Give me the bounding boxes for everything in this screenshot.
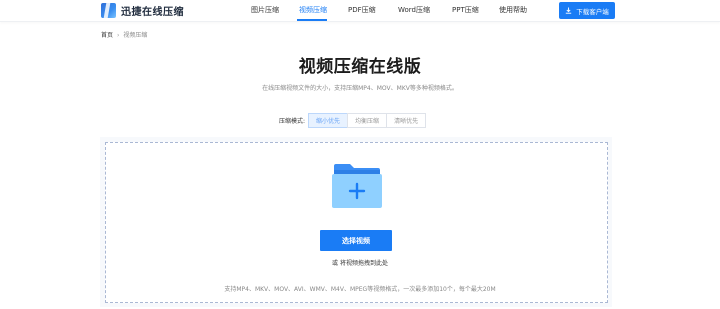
choose-video-button[interactable]: 选择视频 <box>320 230 392 251</box>
logo-text: 迅捷在线压缩 <box>121 7 184 18</box>
site-logo[interactable]: 迅捷在线压缩 <box>101 3 184 18</box>
nav-item-image[interactable]: 图片压缩 <box>251 5 279 15</box>
nav-item-pdf[interactable]: PDF压缩 <box>348 5 376 15</box>
breadcrumb-separator: › <box>117 32 120 39</box>
download-client-button[interactable]: 下载客户端 <box>559 2 615 19</box>
download-icon <box>565 7 572 14</box>
compression-mode: 压缩模式: 缩小优先 均衡压缩 清晰优先 <box>279 113 427 128</box>
nav-item-ppt[interactable]: PPT压缩 <box>452 5 479 15</box>
folder-add-icon[interactable] <box>332 162 382 208</box>
zipper-logo-icon <box>101 3 116 18</box>
mode-option-balanced[interactable]: 均衡压缩 <box>347 113 388 128</box>
supported-formats: 支持MP4、MKV、MOV、AVI、WMV、M4V、MPEG等视频格式，一次最多… <box>224 286 496 293</box>
mode-option-clarity[interactable]: 清晰优先 <box>386 113 427 128</box>
mode-label: 压缩模式: <box>279 118 306 125</box>
breadcrumb: 首页 › 视频压缩 <box>101 30 147 39</box>
mode-option-smaller[interactable]: 缩小优先 <box>308 113 349 128</box>
drag-hint: 或 将视频拖拽到此处 <box>332 260 388 267</box>
page-title: 视频压缩在线版 <box>298 57 422 77</box>
nav-item-help[interactable]: 使用帮助 <box>499 5 527 15</box>
page-subtitle: 在线压缩视频文件的大小，支持压缩MP4、MOV、MKV等多种视频格式。 <box>262 85 458 92</box>
nav-active-indicator <box>297 19 327 21</box>
nav-item-word[interactable]: Word压缩 <box>398 5 430 15</box>
nav-item-video[interactable]: 视频压缩 <box>299 5 327 15</box>
breadcrumb-current: 视频压缩 <box>123 32 148 39</box>
top-header: 迅捷在线压缩 图片压缩 视频压缩 PDF压缩 Word压缩 PPT压缩 使用帮助… <box>0 0 720 22</box>
download-label: 下载客户端 <box>576 7 609 16</box>
breadcrumb-home[interactable]: 首页 <box>101 32 113 39</box>
